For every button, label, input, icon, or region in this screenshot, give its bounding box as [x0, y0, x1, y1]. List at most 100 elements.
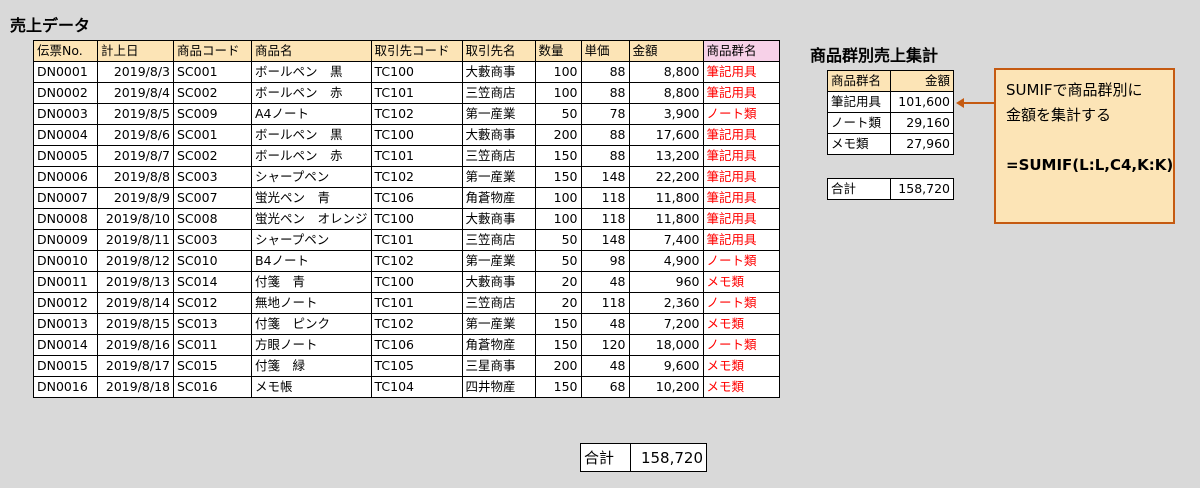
cell-product-name[interactable]: 付箋 緑	[251, 355, 372, 377]
col-header-product-name[interactable]: 商品名	[251, 40, 372, 62]
cell-customer-name[interactable]: 大藪商事	[461, 61, 536, 83]
cell-date[interactable]: 2019/8/9	[97, 187, 174, 209]
cell-date[interactable]: 2019/8/16	[97, 334, 174, 356]
cell-product-name[interactable]: シャープペン	[251, 166, 372, 188]
cell-slip-no[interactable]: DN0008	[33, 208, 98, 230]
cell-quantity[interactable]: 50	[534, 103, 582, 125]
cell-product-code[interactable]: SC009	[173, 103, 252, 125]
summary-total-value[interactable]: 158,720	[890, 178, 954, 200]
cell-slip-no[interactable]: DN0015	[33, 355, 98, 377]
cell-customer-name[interactable]: 四井物産	[461, 376, 536, 398]
cell-product-code[interactable]: SC003	[173, 229, 252, 251]
cell-customer-name[interactable]: 第一産業	[461, 250, 536, 272]
cell-date[interactable]: 2019/8/11	[97, 229, 174, 251]
cell-product-name[interactable]: 付箋 青	[251, 271, 372, 293]
cell-slip-no[interactable]: DN0007	[33, 187, 98, 209]
cell-amount[interactable]: 11,800	[628, 208, 704, 230]
cell-customer-code[interactable]: TC101	[370, 82, 463, 104]
cell-slip-no[interactable]: DN0016	[33, 376, 98, 398]
cell-date[interactable]: 2019/8/8	[97, 166, 174, 188]
cell-quantity[interactable]: 20	[534, 271, 582, 293]
cell-product-code[interactable]: SC013	[173, 313, 252, 335]
summary-group-cell[interactable]: メモ類	[827, 133, 891, 155]
cell-customer-name[interactable]: 三笠商店	[461, 82, 536, 104]
cell-unit-price[interactable]: 78	[580, 103, 630, 125]
cell-slip-no[interactable]: DN0001	[33, 61, 98, 83]
cell-customer-code[interactable]: TC101	[370, 292, 463, 314]
cell-unit-price[interactable]: 148	[580, 229, 630, 251]
cell-product-code[interactable]: SC010	[173, 250, 252, 272]
cell-quantity[interactable]: 150	[534, 145, 582, 167]
cell-product-group[interactable]: 筆記用具	[702, 124, 780, 146]
cell-product-group[interactable]: 筆記用具	[702, 187, 780, 209]
cell-customer-name[interactable]: 大藪商事	[461, 208, 536, 230]
cell-amount[interactable]: 7,200	[628, 313, 704, 335]
cell-date[interactable]: 2019/8/18	[97, 376, 174, 398]
cell-date[interactable]: 2019/8/3	[97, 61, 174, 83]
cell-customer-name[interactable]: 三笠商店	[461, 292, 536, 314]
cell-amount[interactable]: 10,200	[628, 376, 704, 398]
cell-date[interactable]: 2019/8/7	[97, 145, 174, 167]
cell-product-name[interactable]: 無地ノート	[251, 292, 372, 314]
cell-slip-no[interactable]: DN0013	[33, 313, 98, 335]
cell-customer-code[interactable]: TC101	[370, 145, 463, 167]
cell-product-name[interactable]: メモ帳	[251, 376, 372, 398]
cell-quantity[interactable]: 200	[534, 355, 582, 377]
cell-product-name[interactable]: 方眼ノート	[251, 334, 372, 356]
cell-quantity[interactable]: 150	[534, 313, 582, 335]
cell-product-code[interactable]: SC012	[173, 292, 252, 314]
cell-slip-no[interactable]: DN0002	[33, 82, 98, 104]
cell-unit-price[interactable]: 48	[580, 313, 630, 335]
cell-product-group[interactable]: メモ類	[702, 355, 780, 377]
cell-unit-price[interactable]: 118	[580, 208, 630, 230]
cell-unit-price[interactable]: 48	[580, 355, 630, 377]
cell-customer-code[interactable]: TC100	[370, 208, 463, 230]
cell-customer-name[interactable]: 大藪商事	[461, 271, 536, 293]
cell-slip-no[interactable]: DN0011	[33, 271, 98, 293]
col-header-unit-price[interactable]: 単価	[580, 40, 630, 62]
cell-unit-price[interactable]: 68	[580, 376, 630, 398]
cell-customer-code[interactable]: TC104	[370, 376, 463, 398]
cell-product-group[interactable]: メモ類	[702, 313, 780, 335]
cell-customer-name[interactable]: 角蒼物産	[461, 334, 536, 356]
cell-quantity[interactable]: 50	[534, 229, 582, 251]
cell-slip-no[interactable]: DN0003	[33, 103, 98, 125]
cell-slip-no[interactable]: DN0005	[33, 145, 98, 167]
col-header-slip-no[interactable]: 伝票No.	[33, 40, 98, 62]
cell-product-group[interactable]: ノート類	[702, 292, 780, 314]
cell-date[interactable]: 2019/8/12	[97, 250, 174, 272]
cell-product-name[interactable]: シャープペン	[251, 229, 372, 251]
cell-customer-code[interactable]: TC102	[370, 103, 463, 125]
cell-product-group[interactable]: 筆記用具	[702, 166, 780, 188]
cell-unit-price[interactable]: 48	[580, 271, 630, 293]
cell-amount[interactable]: 9,600	[628, 355, 704, 377]
cell-product-name[interactable]: ボールペン 黒	[251, 124, 372, 146]
cell-product-group[interactable]: 筆記用具	[702, 229, 780, 251]
cell-date[interactable]: 2019/8/5	[97, 103, 174, 125]
cell-amount[interactable]: 3,900	[628, 103, 704, 125]
cell-quantity[interactable]: 100	[534, 187, 582, 209]
sales-total-value[interactable]: 158,720	[630, 443, 707, 472]
cell-slip-no[interactable]: DN0014	[33, 334, 98, 356]
cell-customer-name[interactable]: 三笠商店	[461, 145, 536, 167]
cell-product-code[interactable]: SC003	[173, 166, 252, 188]
cell-customer-code[interactable]: TC102	[370, 250, 463, 272]
cell-quantity[interactable]: 100	[534, 61, 582, 83]
col-header-product-code[interactable]: 商品コード	[173, 40, 252, 62]
cell-product-group[interactable]: メモ類	[702, 271, 780, 293]
cell-quantity[interactable]: 150	[534, 334, 582, 356]
cell-product-code[interactable]: SC002	[173, 82, 252, 104]
cell-product-name[interactable]: A4ノート	[251, 103, 372, 125]
cell-amount[interactable]: 960	[628, 271, 704, 293]
cell-amount[interactable]: 7,400	[628, 229, 704, 251]
cell-quantity[interactable]: 200	[534, 124, 582, 146]
cell-slip-no[interactable]: DN0010	[33, 250, 98, 272]
cell-unit-price[interactable]: 120	[580, 334, 630, 356]
cell-customer-name[interactable]: 三笠商店	[461, 229, 536, 251]
cell-customer-code[interactable]: TC102	[370, 313, 463, 335]
cell-quantity[interactable]: 100	[534, 82, 582, 104]
cell-customer-code[interactable]: TC106	[370, 187, 463, 209]
summary-amount-cell[interactable]: 29,160	[890, 112, 954, 134]
summary-group-cell[interactable]: ノート類	[827, 112, 891, 134]
col-header-amount[interactable]: 金額	[628, 40, 704, 62]
